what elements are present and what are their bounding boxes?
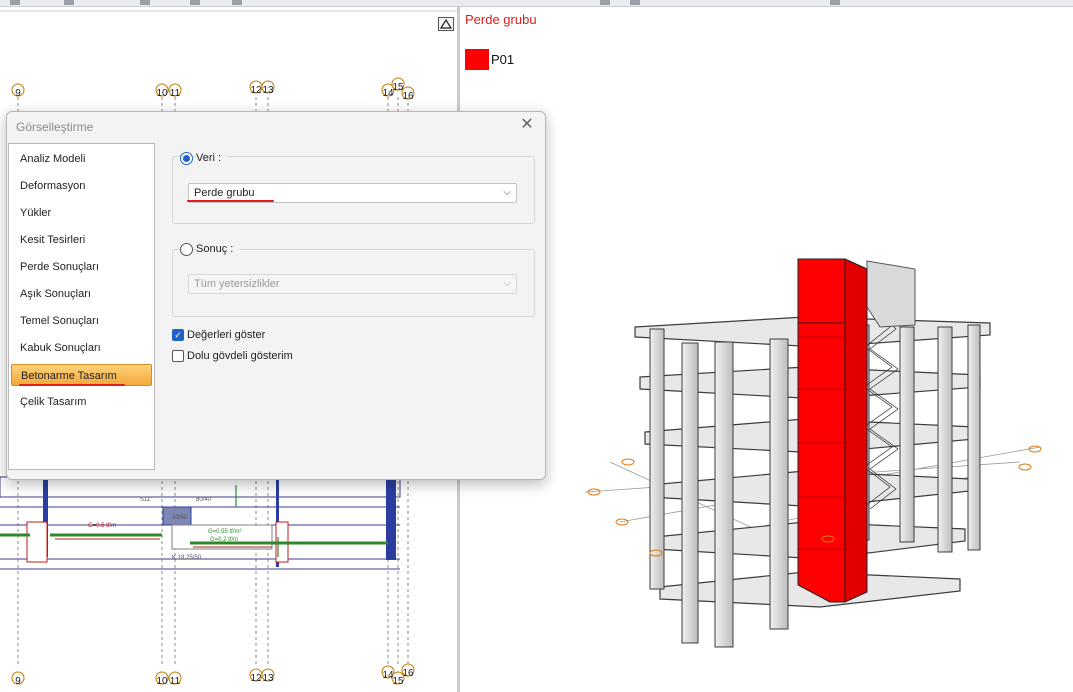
axis-label-bottom: 11 (170, 676, 181, 687)
axis-label-bottom: 16 (402, 668, 414, 679)
3d-view[interactable]: Perde grubu P01 (460, 7, 1073, 692)
plan-annotation: 80/40 (196, 497, 212, 503)
nav-item[interactable]: Aşık Sonuçları (11, 283, 152, 305)
axis-label-top: 9 (15, 88, 21, 99)
veri-select-value: Perde grubu (194, 187, 255, 199)
nav-item[interactable]: Çelik Tasarım (11, 391, 152, 413)
axis-label-top: 11 (170, 88, 181, 99)
nav-item[interactable]: Deformasyon (11, 175, 152, 197)
axis-label-top: 10 (156, 88, 168, 99)
sonuc-select-value: Tüm yetersizlikler (194, 278, 280, 290)
show-values-checkbox[interactable]: ✓ (172, 329, 184, 341)
nav-item[interactable]: Betonarme Tasarım (11, 364, 152, 386)
toolbar-glyph (64, 0, 74, 5)
solid-body-label: Dolu gövdeli gösterim (187, 350, 293, 362)
plan-annotation: S11 (140, 497, 151, 503)
axis-label-top: 12 (250, 85, 262, 96)
axis-label-bottom: 10 (156, 676, 168, 687)
axis-label-bottom: 13 (262, 673, 274, 684)
plan-annotation: K 18 25/50 (172, 555, 202, 561)
dialog-title: Görselleştirme (16, 120, 94, 134)
solid-body-checkbox[interactable] (172, 350, 184, 362)
top-toolbar-strip (0, 0, 1073, 7)
nav-item[interactable]: Perde Sonuçları (11, 256, 152, 278)
plan-annotation: G=0.5 tf/m (88, 523, 116, 529)
annotation-underline (19, 384, 125, 386)
annotation-underline (187, 200, 274, 202)
nav-item[interactable]: Temel Sonuçları (11, 310, 152, 332)
nav-item[interactable]: Analiz Modeli (11, 148, 152, 170)
category-list[interactable]: Analiz Modeli Deformasyon Yükler Kesit Tesi… (8, 143, 155, 470)
toolbar-glyph (232, 0, 242, 5)
toolbar-glyph (630, 0, 640, 5)
veri-radio[interactable] (180, 152, 193, 165)
nav-item[interactable]: Kesit Tesirleri (11, 229, 152, 251)
plan-annotation: G=0.55 tf/m² (208, 529, 242, 535)
visualization-dialog: Görselleştirme ✕ Analiz Modeli Deformasyo… (6, 111, 546, 480)
sonuc-select[interactable]: Tüm yetersizlikler ⌵ (188, 274, 517, 294)
axis-label-top: 13 (262, 85, 274, 96)
toolbar-glyph (190, 0, 200, 5)
axis-label-bottom: 9 (15, 676, 21, 687)
building-model (584, 258, 1042, 648)
chevron-down-icon: ⌵ (503, 278, 511, 289)
toolbar-glyph (10, 0, 20, 5)
plan-annotation: G=0.2 tf/m (210, 537, 238, 543)
veri-label: Veri : (196, 152, 228, 164)
toolbar-glyph (830, 0, 840, 5)
triangle-up-icon[interactable] (438, 17, 454, 31)
nav-item[interactable]: Yükler (11, 202, 152, 224)
toolbar-glyph (600, 0, 610, 5)
sonuc-label: Sonuç : (196, 243, 240, 255)
toolbar-glyph (140, 0, 150, 5)
chevron-down-icon: ⌵ (503, 187, 511, 198)
plan-annotation: 30/50 (172, 515, 188, 521)
show-values-label: Değerleri göster (187, 329, 266, 341)
axis-label-top: 16 (402, 91, 414, 102)
close-icon[interactable]: ✕ (518, 116, 536, 134)
sonuc-radio[interactable] (180, 243, 193, 256)
nav-item[interactable]: Kabuk Sonuçları (11, 337, 152, 359)
axis-label-bottom: 12 (250, 673, 262, 684)
